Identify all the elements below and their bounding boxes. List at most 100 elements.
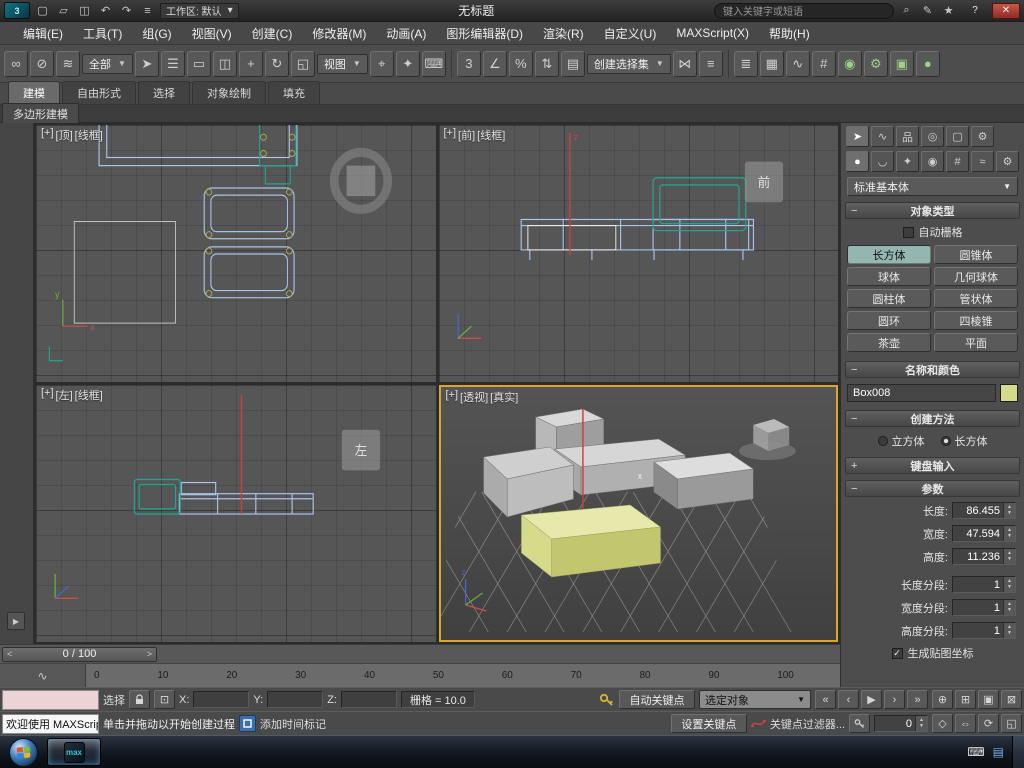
zoom-region-icon[interactable]: ◇ [932,714,953,733]
selection-region-icon[interactable]: ▭ [187,51,211,77]
viewport-shading-button[interactable]: [线框] [477,127,505,143]
object-name-field[interactable]: Box008 [847,384,996,402]
rollout-object-type[interactable]: − 对象类型 [845,202,1020,219]
project-folder-icon[interactable]: ≡ [138,3,157,19]
render-setup-icon[interactable]: ⚙ [864,51,888,77]
geometry-category-dropdown[interactable]: 标准基本体 ▼ [847,177,1018,196]
utilities-tab-icon[interactable]: ⚙ [971,126,994,147]
width-field[interactable]: 47.594▲▼ [952,525,1016,542]
object-type-button[interactable]: 圆环 [847,311,931,330]
length-field[interactable]: 86.455▲▼ [952,502,1016,519]
menu-item[interactable]: 编辑(E) [14,22,72,45]
track-bar[interactable]: ∿ 0102030405060708090100 [0,663,840,687]
render-production-icon[interactable]: ● [916,51,940,77]
previous-frame-icon[interactable]: ‹ [838,690,859,709]
ribbon-tab[interactable]: 建模 [8,81,60,104]
select-and-scale-icon[interactable]: ◱ [291,51,315,77]
play-icon[interactable]: ▶ [861,690,882,709]
display-tab-icon[interactable]: ▢ [946,126,969,147]
infocenter-search[interactable]: 键入关键字或短语 [714,3,894,19]
close-button[interactable]: ✕ [992,3,1020,19]
spinner-icon[interactable]: ▲▼ [1003,623,1015,638]
spinner-icon[interactable]: ▲▼ [1003,549,1015,564]
shapes-category-icon[interactable]: ◡ [871,151,894,172]
select-and-manipulate-icon[interactable]: ✦ [396,51,420,77]
width-segments-field[interactable]: 1▲▼ [952,599,1016,616]
cameras-category-icon[interactable]: ◉ [921,151,944,172]
previous-frame-arrow[interactable]: < [7,649,12,659]
menu-item[interactable]: 自定义(U) [595,22,666,45]
ribbon-tab[interactable]: 自由形式 [62,81,136,104]
creation-method-box-radio[interactable]: 长方体 [941,433,988,449]
generate-mapping-checkbox[interactable]: ✓ 生成贴图坐标 [841,645,1024,661]
object-type-button[interactable]: 圆柱体 [847,289,931,308]
set-key-button[interactable]: 设置关键点 [671,714,747,733]
coordinate-system-dropdown[interactable]: 视图▼ [317,54,368,74]
menu-item[interactable]: 视图(V) [183,22,241,45]
rollout-parameters[interactable]: − 参数 [845,480,1020,497]
use-pivot-center-icon[interactable]: ⌖ [370,51,394,77]
unlink-selection-icon[interactable]: ⊘ [30,51,54,77]
edit-named-selections-icon[interactable]: ▤ [561,51,585,77]
object-color-swatch[interactable] [1000,384,1018,402]
undo-icon[interactable]: ↶ [96,3,115,19]
expand-panel-button[interactable]: ▶ [7,612,25,630]
show-desktop-button[interactable] [1012,736,1024,768]
creation-method-cube-radio[interactable]: 立方体 [878,433,925,449]
object-type-button[interactable]: 管状体 [934,289,1018,308]
viewport-menu-button[interactable]: [+] [41,127,54,143]
maximize-viewport-icon[interactable]: ◱ [1001,714,1022,733]
time-slider[interactable]: < 0 / 100 > [0,644,840,663]
pan-icon[interactable]: ⇔ [955,714,976,733]
menu-item[interactable]: 动画(A) [377,22,435,45]
percent-snap-icon[interactable]: % [509,51,533,77]
menu-item[interactable]: 帮助(H) [760,22,819,45]
window-crossing-icon[interactable]: ◫ [213,51,237,77]
viewcube[interactable] [347,166,376,196]
motion-tab-icon[interactable]: ◎ [921,126,944,147]
viewport-menu-button[interactable]: [+] [41,387,54,403]
workspace-dropdown[interactable]: 工作区: 默认 ▾ [160,3,239,19]
selection-lock-toggle[interactable] [129,690,150,709]
help-button[interactable]: ? [961,3,989,19]
viewport-shading-button[interactable]: [线框] [75,387,103,403]
angle-snap-icon[interactable]: ∠ [483,51,507,77]
taskbar-3dsmax-button[interactable]: max [47,738,101,766]
favorites-icon[interactable]: ★ [939,3,958,19]
z-coordinate-field[interactable] [341,691,397,708]
absolute-offset-toggle[interactable]: ⊡ [154,690,175,709]
rollout-creation-method[interactable]: − 创建方法 [845,410,1020,427]
menu-item[interactable]: MAXScript(X) [667,23,758,43]
height-segments-field[interactable]: 1▲▼ [952,622,1016,639]
key-mode-toggle[interactable] [849,714,870,733]
time-slider-handle[interactable]: < 0 / 100 > [2,647,157,662]
redo-icon[interactable]: ↷ [117,3,136,19]
spinner-snap-icon[interactable]: ⇅ [535,51,559,77]
autogrid-checkbox[interactable]: 自动栅格 [841,224,1024,240]
select-object-icon[interactable]: ➤ [135,51,159,77]
spinner-icon[interactable]: ▲▼ [1003,503,1015,518]
spinner-icon[interactable]: ▲▼ [1003,577,1015,592]
rollout-keyboard-entry[interactable]: + 键盘输入 [845,457,1020,474]
x-coordinate-field[interactable] [193,691,249,708]
viewport-left[interactable]: [+] [左] [线框] [36,385,436,642]
viewport-view-button[interactable]: [透视] [460,389,488,405]
key-filters-button[interactable]: 关键点过滤器... [770,716,845,732]
keyboard-override-icon[interactable]: ⌨ [422,51,446,77]
material-editor-icon[interactable]: ◉ [838,51,862,77]
create-tab-icon[interactable]: ➤ [846,126,869,147]
app-logo-icon[interactable]: 3 [4,2,30,19]
object-type-button[interactable]: 几何球体 [934,267,1018,286]
snap-toggle-3d-icon[interactable]: 3 [457,51,481,77]
open-file-icon[interactable]: ▱ [54,3,73,19]
go-to-end-icon[interactable]: » [907,690,928,709]
rendered-frame-icon[interactable]: ▣ [890,51,914,77]
ribbon-tab[interactable]: 选择 [138,81,190,104]
hierarchy-tab-icon[interactable]: 品 [896,126,919,147]
search-icon[interactable]: ⌕ [897,3,916,19]
select-and-move-icon[interactable]: + [239,51,263,77]
ribbon-tab[interactable]: 对象绘制 [192,81,266,104]
modify-tab-icon[interactable]: ∿ [871,126,894,147]
menu-item[interactable]: 渲染(R) [534,22,593,45]
object-type-button[interactable]: 四棱锥 [934,311,1018,330]
